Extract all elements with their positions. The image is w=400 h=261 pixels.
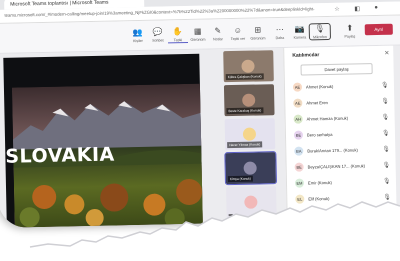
tile-name	[228, 214, 233, 217]
avatar	[242, 127, 257, 141]
participant-row[interactable]: BE Bero serhatya 🎙	[293, 128, 392, 144]
browser-window: Microsoft Teams toplantısı | Microsoft T…	[0, 0, 400, 228]
participant-name: Burak/Anıtan 179... (Konuk)	[307, 147, 358, 154]
avatar: AE	[292, 82, 303, 92]
toolbar-label: Paylaş	[344, 34, 356, 39]
toolbar-chat-button[interactable]: 💬 Sohbet	[148, 27, 168, 42]
participant-row[interactable]: AE Ahmet Eren 🎙	[293, 96, 391, 112]
participants-panel: Katılımcılar ✕ Davet paylaş AE Ahmet (Kon…	[283, 45, 397, 222]
participant-name: Ahmet Eren	[306, 100, 328, 106]
screenshot: Microsoft Teams toplantısı | Microsoft T…	[0, 0, 400, 261]
avatar: BE	[294, 162, 304, 172]
avatar: BA	[294, 146, 304, 156]
avatar-tile[interactable]	[226, 186, 277, 219]
toolbar-label: Görünüm	[250, 36, 266, 41]
participant-name: Emir (Konuk)	[307, 179, 332, 186]
toolbar-camera-button[interactable]: 📷 Kamera	[290, 24, 310, 40]
mic-muted-icon[interactable]: 🎙	[383, 194, 391, 201]
participant-row[interactable]: BA Burak/Anıtan 179... (Konuk) 🎙	[294, 144, 392, 160]
tile-name: Beste Karakuş (Konuk)	[226, 107, 264, 115]
participant-name: Ahmet (Konuk)	[305, 83, 334, 90]
close-icon[interactable]: ✕	[384, 50, 389, 57]
tile-name: Hacer Yılmaz (Konuk)	[227, 141, 263, 149]
screen-share: SLOVAKIA	[3, 53, 203, 228]
toolbar-label: Görünüm	[190, 37, 206, 42]
view-icon: ▦	[193, 26, 202, 36]
participant-row[interactable]: AH Ahmet Hamza (Konuk) 🎙	[293, 112, 392, 128]
mic-muted-icon[interactable]: 🎙	[381, 98, 389, 105]
more-icon: ⋯	[275, 24, 284, 35]
mic-muted-icon[interactable]: 🎙	[383, 162, 391, 169]
mic-muted-icon[interactable]: 🎙	[382, 146, 390, 153]
tile-name: Kimya (Konuk)	[227, 175, 253, 183]
layout-icon: ⊞	[254, 25, 262, 35]
chat-icon: 💬	[152, 27, 163, 37]
people-icon: 👥	[132, 27, 143, 38]
participant-video	[243, 161, 257, 175]
toolbar-share-button[interactable]: ⬆ Paylaş	[340, 23, 360, 38]
mic-muted-icon[interactable]: 🎙	[383, 178, 391, 185]
meeting-stage: SLOVAKIA Kübra Çalışkan (Konuk) Beste Ka…	[0, 45, 400, 228]
share-icon: ⬆	[346, 23, 354, 33]
avatar	[244, 195, 258, 209]
toolbar-label: Kişiler	[133, 38, 143, 44]
toolbar-raise-hand-button[interactable]: ✋ Tepki	[167, 26, 189, 44]
video-tile[interactable]: Kübra Çalışkan (Konuk)	[223, 50, 274, 83]
mic-muted-icon[interactable]: 🎙	[382, 130, 390, 137]
star-icon[interactable]: ☆	[334, 6, 340, 13]
avatar: BE	[293, 130, 304, 140]
participant-name: Elif (Konuk)	[308, 196, 330, 202]
toolbar-label: Sohbet	[152, 38, 164, 43]
avatar: AH	[293, 114, 303, 124]
participant-name: Beyza/ÇALIŞKAN 17... (Konuk)	[307, 163, 366, 170]
participant-row[interactable]: EM Emir (Konuk) 🎙	[294, 176, 393, 192]
toolbar-view-button[interactable]: ▦ Görünüm	[188, 27, 208, 42]
participant-row[interactable]: AE Ahmet (Konuk) 🎙	[292, 80, 391, 96]
toolbar-label: Mikrofon	[313, 35, 327, 40]
camera-icon: 📷	[294, 24, 305, 34]
participant-row[interactable]: BE Beyza/ÇALIŞKAN 17... (Konuk) 🎙	[294, 160, 393, 176]
toolbar-label: Tepki ver	[230, 36, 246, 42]
mic-muted-icon[interactable]: 🎙	[381, 82, 389, 89]
toolbar-react-button[interactable]: ☺ Tepki ver	[228, 26, 248, 41]
avatar: EL	[295, 194, 305, 204]
participant-video	[242, 93, 256, 107]
toolbar-label: Daha	[275, 35, 285, 41]
extensions-icon[interactable]: ◧	[354, 5, 360, 12]
notes-icon: ✎	[214, 26, 222, 36]
toolbar-label: Kamera	[293, 35, 307, 40]
share-invite-button[interactable]: Davet paylaş	[300, 63, 373, 76]
mic-muted-icon[interactable]: 🎙	[382, 114, 390, 121]
participant-name: Ahmet Hamza (Konuk)	[306, 115, 349, 122]
participant-video	[241, 59, 255, 73]
toolbar-people-button[interactable]: 👥 Kişiler	[128, 28, 148, 43]
avatar: AE	[293, 98, 303, 108]
tile-name: Kübra Çalışkan (Konuk)	[225, 73, 264, 81]
raise-hand-icon: ✋	[172, 27, 183, 37]
react-icon: ☺	[233, 25, 242, 35]
panel-title: Katılımcılar	[292, 52, 320, 59]
video-tile-active[interactable]: Kimya (Konuk)	[224, 151, 277, 186]
toolbar-label: Notlar	[213, 37, 223, 42]
leave-button[interactable]: Ayrıl	[364, 23, 393, 36]
participant-name: Bero serhatya	[306, 131, 333, 138]
toolbar-notes-button[interactable]: ✎ Notlar	[208, 26, 228, 41]
toolbar-mic-button[interactable]: 🎙 Mikrofon	[308, 22, 331, 41]
profile-icon[interactable]: ●	[374, 5, 378, 11]
avatar-tile[interactable]: Hacer Yılmaz (Konuk)	[224, 118, 276, 151]
video-tile[interactable]: Beste Karakuş (Konuk)	[223, 84, 275, 117]
slide-title: SLOVAKIA	[5, 143, 115, 168]
toolbar-label: Tepki	[173, 38, 183, 43]
mic-icon: 🎙	[314, 24, 325, 34]
toolbar-more-button[interactable]: ⋯ Daha	[270, 25, 290, 40]
participant-row[interactable]: EL Elif (Konuk) 🎙	[295, 192, 393, 208]
toolbar-layout-button[interactable]: ⊞ Görünüm	[248, 25, 268, 40]
avatar: EM	[294, 178, 305, 188]
